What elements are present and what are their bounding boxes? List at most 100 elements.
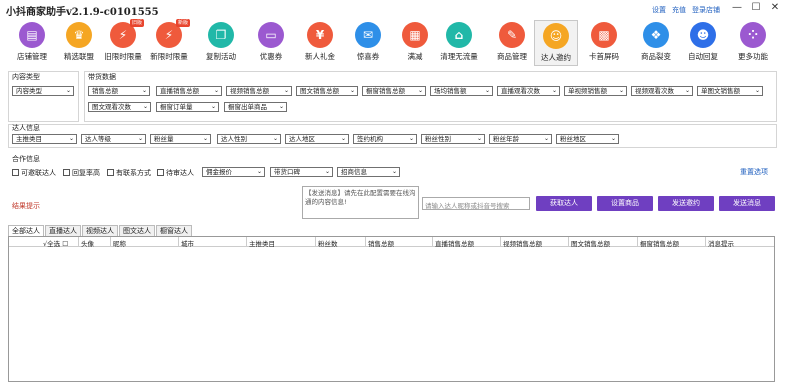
login-shop-link[interactable]: 登录店铺: [692, 5, 720, 15]
recharge-link[interactable]: 充值: [672, 5, 686, 15]
version-badge: 旧版: [129, 19, 144, 27]
toolbar-label: 达人邀约: [541, 53, 571, 62]
chevron-down-icon: ⌄: [324, 168, 330, 175]
toolbar-clean-button[interactable]: ⌂ 清理无流量: [437, 20, 481, 66]
cooperation-checkbox[interactable]: 可邀联达人: [12, 168, 56, 178]
toolbar-coupon-button[interactable]: ▭ 优惠券: [249, 20, 293, 66]
toolbar-copy-button[interactable]: ❐ 复制活动: [199, 20, 243, 66]
influencer-filter[interactable]: 达人等级 ⌄: [81, 134, 146, 144]
message-textarea[interactable]: 【发送消息】请先在此配置需要在线沟通的内容信息!: [302, 186, 419, 219]
cooperation-checkbox[interactable]: 有联系方式: [107, 168, 151, 178]
influencer-filter[interactable]: 粉丝量 ⌄: [150, 134, 211, 144]
toolbar-product-button[interactable]: ✎ 商品管理: [490, 20, 534, 66]
cooperation-checkbox[interactable]: 待审达人: [157, 168, 194, 178]
chevron-down-icon: ⌄: [476, 135, 482, 142]
column-header: 直播销售总额: [435, 240, 474, 248]
goods-data-filter[interactable]: 图文观看次数 ⌄: [88, 102, 151, 112]
goods-data-filter[interactable]: 橱窗销售总额 ⌄: [362, 86, 426, 96]
flash-new-icon: ⚡ 新版: [156, 19, 190, 48]
tab-showcase[interactable]: 橱窗达人: [156, 225, 192, 236]
tab-video[interactable]: 视频达人: [82, 225, 118, 236]
influencer-filter[interactable]: 主推类目 ⌄: [12, 134, 77, 144]
toolbar-crown-button[interactable]: ♛ 精选联盟: [57, 20, 101, 66]
toolbar-flash-new-button[interactable]: ⚡ 新版 新限时限量: [147, 19, 191, 66]
influencer-table[interactable]: √全选 ☐ 头像 昵称 城市 主推类目 粉丝数 销售总额 直播销售总额 视频销售总额 图文销售总额…: [8, 236, 775, 382]
select-all-checkbox[interactable]: √全选 ☐: [43, 238, 68, 248]
settings-link[interactable]: 设置: [652, 5, 666, 15]
send-message-button[interactable]: 发送消息: [719, 196, 775, 211]
cooperation-filter[interactable]: 带货口碑 ⌄: [270, 167, 333, 177]
tab-graphic[interactable]: 图文达人: [119, 225, 155, 236]
get-influencers-button[interactable]: 获取达人: [536, 196, 592, 211]
chevron-down-icon: ⌄: [141, 87, 147, 94]
goods-data-filter[interactable]: 单图文销售额 ⌄: [697, 86, 763, 96]
chevron-down-icon: ⌄: [278, 103, 284, 110]
goods-data-filter[interactable]: 场均销售额 ⌄: [430, 86, 493, 96]
toolbar-robot-button[interactable]: ☻ 自动回复: [681, 20, 725, 66]
cooperation-filter[interactable]: 佣金报价 ⌄: [202, 167, 265, 177]
cooperation-checkbox[interactable]: 回复率高: [63, 168, 100, 178]
influencer-filter[interactable]: 粉丝性别 ⌄: [421, 134, 485, 144]
goods-data-filter[interactable]: 销售总额 ⌄: [88, 86, 150, 96]
reset-options-link[interactable]: 重置选项: [740, 167, 768, 177]
column-header: 粉丝数: [318, 240, 338, 248]
title-bar: 小抖商家助手v2.1.9-c0101555 设置 充值 登录店铺 — ☐ ✕: [0, 0, 785, 20]
influencer-filter[interactable]: 达人性别 ⌄: [217, 134, 281, 144]
split-icon: ❖: [643, 22, 669, 48]
toolbar-flash-button[interactable]: ⚡ 旧版 旧限时限量: [101, 19, 145, 66]
column-divider: [568, 237, 569, 247]
toolbar-label: 店铺管理: [17, 52, 47, 61]
set-product-button[interactable]: 设置商品: [597, 196, 653, 211]
column-header: 视频销售总额: [503, 240, 542, 248]
toolbar-split-button[interactable]: ❖ 商品裂变: [634, 20, 678, 66]
toolbar-gift-money-button[interactable]: ¥ 新人礼金: [298, 20, 342, 66]
column-header: 头像: [81, 240, 94, 248]
toolbar-shop-button[interactable]: ▤ 店铺管理: [10, 20, 54, 66]
goods-data-filter[interactable]: 直播销售总额 ⌄: [156, 86, 222, 96]
version-badge: 新版: [175, 19, 190, 27]
maximize-button[interactable]: ☐: [749, 2, 763, 13]
chevron-down-icon: ⌄: [283, 87, 289, 94]
goods-data-filter[interactable]: 图文销售总额 ⌄: [296, 86, 358, 96]
influencer-filter[interactable]: 粉丝地区 ⌄: [556, 134, 619, 144]
goods-data-filter[interactable]: 视频观看次数 ⌄: [631, 86, 693, 96]
table-header: √全选 ☐ 头像 昵称 城市 主推类目 粉丝数 销售总额 直播销售总额 视频销售总额 图文销售总额…: [9, 237, 774, 248]
goods-data-filter[interactable]: 橱窗出单商品 ⌄: [224, 102, 287, 112]
goods-data-filter[interactable]: 直播观看次数 ⌄: [497, 86, 560, 96]
goods-data-filter[interactable]: 橱窗订单量 ⌄: [156, 102, 219, 112]
chevron-down-icon: ⌄: [618, 87, 624, 94]
app-title: 小抖商家助手v2.1.9-c0101555: [6, 7, 159, 18]
close-button[interactable]: ✕: [768, 2, 782, 13]
toolbar-surprise-coupon-button[interactable]: ✉ 惊喜券: [346, 20, 390, 66]
influencer-filter[interactable]: 达人地区 ⌄: [285, 134, 349, 144]
toolbar-more-button[interactable]: ⁘ 更多功能: [731, 20, 775, 66]
column-header: 昵称: [113, 240, 126, 248]
influencer-filter[interactable]: 签约机构 ⌄: [353, 134, 417, 144]
toolbar-influencer-invite-button[interactable]: ☺ 达人邀约: [534, 20, 578, 66]
toolbar-label: 新人礼金: [305, 52, 335, 61]
chevron-down-icon: ⌄: [349, 87, 355, 94]
column-header: 城市: [181, 240, 194, 248]
toolbar-label: 清理无流量: [440, 52, 478, 61]
send-invite-button[interactable]: 发送邀约: [658, 196, 714, 211]
toolbar-label: 复制活动: [206, 52, 236, 61]
product-icon: ✎: [499, 22, 525, 48]
column-divider: [365, 237, 366, 247]
cooperation-filter[interactable]: 招商信息 ⌄: [337, 167, 400, 177]
column-divider: [637, 237, 638, 247]
toolbar-discount-button[interactable]: ▦ 满减: [393, 20, 437, 66]
copy-icon: ❐: [208, 22, 234, 48]
search-input[interactable]: 请输入达人昵称或抖音号搜索: [422, 197, 530, 210]
chevron-down-icon: ⌄: [543, 135, 549, 142]
goods-data-filter[interactable]: 单视频销售额 ⌄: [564, 86, 627, 96]
goods-data-filter[interactable]: 视频销售总额 ⌄: [226, 86, 292, 96]
minimize-button[interactable]: —: [730, 2, 744, 13]
content-type-select[interactable]: 内容类型 ⌄: [12, 86, 74, 96]
tab-live[interactable]: 直播达人: [45, 225, 81, 236]
column-divider: [705, 237, 706, 247]
surprise-coupon-icon: ✉: [355, 22, 381, 48]
toolbar-qrcode-button[interactable]: ▩ 卡首屏码: [582, 20, 626, 66]
influencer-filter[interactable]: 粉丝年龄 ⌄: [489, 134, 552, 144]
tab-all[interactable]: 全部达人: [8, 225, 44, 236]
chevron-down-icon: ⌄: [610, 135, 616, 142]
